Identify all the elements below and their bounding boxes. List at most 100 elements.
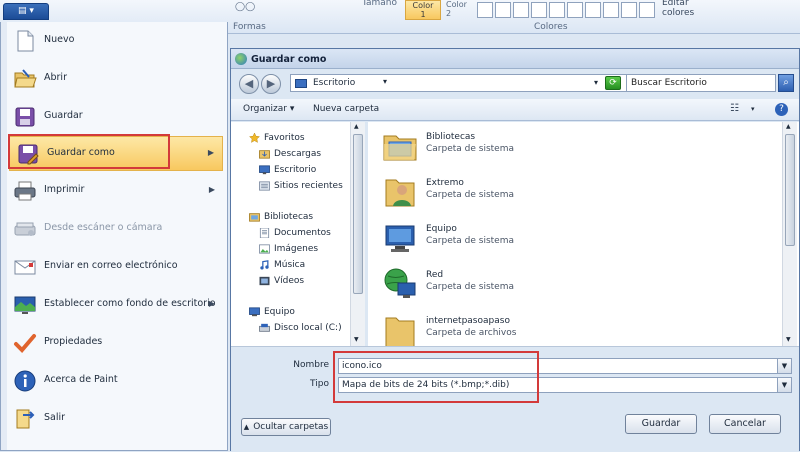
color-swatch[interactable] [513, 2, 529, 18]
menu-label: Abrir [44, 72, 67, 83]
nav-item-musica[interactable]: Música [274, 260, 305, 270]
edit-colors-button[interactable]: Editar colores [662, 0, 694, 18]
search-box[interactable]: Buscar Escritorio [626, 74, 776, 92]
exit-icon [16, 409, 35, 429]
menu-item-abrir[interactable]: Abrir [7, 62, 223, 96]
color-swatch[interactable] [477, 2, 493, 18]
nav-item-bibliotecas[interactable]: Bibliotecas [264, 212, 313, 222]
forward-button[interactable]: ▶ [261, 74, 281, 94]
nav-item-videos[interactable]: Vídeos [274, 276, 304, 286]
menu-item-enviar-correo[interactable]: Enviar en correo electrónico [7, 250, 223, 284]
nav-scrollbar[interactable]: ▲ ▼ [350, 122, 365, 346]
color-swatch[interactable] [639, 2, 655, 18]
scroll-down-icon[interactable]: ▼ [354, 336, 359, 343]
libraries-folder-icon [383, 135, 417, 161]
computer-icon [385, 225, 415, 252]
scroll-down-icon[interactable]: ▼ [786, 336, 791, 343]
search-icon[interactable]: ⌕ [778, 74, 794, 92]
libraries-icon [249, 213, 260, 222]
nav-item-documentos[interactable]: Documentos [274, 228, 331, 238]
menu-item-escaner[interactable]: Desde escáner o cámara [7, 212, 223, 246]
save-as-dialog: Guardar como ◀ ▶ Escritorio ▾ ▾ ⟳ Buscar… [230, 48, 800, 452]
list-item[interactable]: Red Carpeta de sistema [378, 264, 678, 308]
color-swatch[interactable] [549, 2, 565, 18]
address-bar[interactable]: Escritorio ▾ [290, 74, 628, 92]
nav-item-favoritos[interactable]: Favoritos [264, 133, 305, 143]
back-button[interactable]: ◀ [239, 74, 259, 94]
nav-item-imagenes[interactable]: Imágenes [274, 244, 318, 254]
desktop-icon [259, 165, 270, 175]
scroll-up-icon[interactable]: ▲ [354, 123, 359, 130]
color-swatch[interactable] [531, 2, 547, 18]
dialog-footer: Nombre icono.ico ▼ Tipo Mapa de bits de … [231, 346, 799, 452]
file-menu: Nuevo Abrir Guardar Guardar como ▶ Impri… [0, 22, 228, 451]
star-icon [249, 133, 260, 143]
drive-icon [259, 323, 270, 332]
file-list-scrollbar-thumb[interactable] [785, 134, 795, 246]
menu-item-fondo-escritorio[interactable]: Establecer como fondo de escritorio ▶ [7, 288, 223, 322]
nav-item-escritorio[interactable]: Escritorio [274, 165, 316, 175]
chevron-down-icon[interactable]: ▾ [751, 105, 755, 113]
menu-item-propiedades[interactable]: Propiedades [7, 326, 223, 360]
menu-item-nuevo[interactable]: Nuevo [7, 24, 223, 58]
file-type: Carpeta de archivos [426, 328, 517, 338]
color-swatch[interactable] [585, 2, 601, 18]
file-type: Carpeta de sistema [426, 236, 514, 246]
menu-label: Enviar en correo electrónico [44, 260, 178, 271]
command-bar: Organizar ▾ Nueva carpeta ☷ ▾ ? [231, 99, 799, 121]
list-item[interactable]: Bibliotecas Carpeta de sistema [378, 126, 678, 170]
folder-icon [385, 317, 415, 348]
dialog-titlebar[interactable]: Guardar como [231, 49, 799, 69]
size-label[interactable]: Tamaño [362, 0, 397, 8]
address-text: Escritorio [313, 78, 356, 88]
desktop-icon [295, 79, 307, 88]
chevron-down-icon[interactable]: ▼ [777, 378, 791, 392]
list-item[interactable]: Equipo Carpeta de sistema [378, 218, 678, 262]
menu-label: Guardar [44, 110, 83, 121]
refresh-button[interactable]: ⟳ [605, 76, 621, 90]
views-icon[interactable]: ☷ [730, 103, 739, 114]
menu-label: Acerca de Paint [44, 374, 118, 385]
recent-places-icon [259, 181, 270, 191]
filename-label: Nombre [293, 360, 329, 370]
chevron-down-icon[interactable]: ▼ [777, 359, 791, 373]
new-folder-button[interactable]: Nueva carpeta [313, 104, 379, 114]
submenu-arrow-icon: ▶ [208, 185, 215, 194]
paint-menu-button[interactable]: ▤ ▾ [3, 3, 49, 20]
computer-icon [249, 307, 260, 317]
file-name: Red [426, 270, 444, 280]
submenu-arrow-icon: ▶ [208, 299, 215, 308]
type-label: Tipo [310, 379, 329, 389]
scroll-up-icon[interactable]: ▲ [786, 123, 791, 130]
chevron-down-icon[interactable]: ▾ [383, 77, 387, 86]
hide-folders-button[interactable]: ▲ Ocultar carpetas [241, 418, 331, 436]
list-item[interactable]: Extremo Carpeta de sistema [378, 172, 678, 216]
nav-item-disco-local[interactable]: Disco local (C:) [274, 323, 342, 333]
file-list-scrollbar[interactable]: ▲ ▼ [782, 122, 797, 346]
color-swatch[interactable] [621, 2, 637, 18]
menu-item-salir[interactable]: Salir [7, 402, 223, 436]
nav-item-sitios-recientes[interactable]: Sitios recientes [274, 181, 343, 191]
color-swatch[interactable] [567, 2, 583, 18]
nav-item-descargas[interactable]: Descargas [274, 149, 321, 159]
shape-outline-icon[interactable]: ◯◯ [235, 2, 255, 12]
color-swatch[interactable] [495, 2, 511, 18]
color-swatch[interactable] [603, 2, 619, 18]
color2-button[interactable]: Color 2 [446, 0, 467, 18]
open-folder-icon [14, 69, 37, 88]
help-icon[interactable]: ? [775, 103, 788, 116]
color1-button[interactable]: Color 1 [405, 0, 441, 20]
menu-item-imprimir[interactable]: Imprimir ▶ [7, 174, 223, 208]
menu-item-acerca[interactable]: Acerca de Paint [7, 364, 223, 398]
colors-group-label: Colores [534, 22, 568, 32]
nav-item-equipo[interactable]: Equipo [264, 307, 295, 317]
dialog-title: Guardar como [251, 54, 327, 65]
menu-item-guardar[interactable]: Guardar [7, 100, 223, 134]
cancel-button[interactable]: Cancelar [709, 414, 781, 434]
address-history-dropdown[interactable]: ▾ [589, 74, 603, 92]
organize-button[interactable]: Organizar ▾ [243, 104, 294, 114]
save-button[interactable]: Guardar [625, 414, 697, 434]
nav-scrollbar-thumb[interactable] [353, 134, 363, 294]
search-input[interactable]: Buscar Escritorio [631, 78, 707, 88]
menu-label: Desde escáner o cámara [44, 222, 163, 233]
